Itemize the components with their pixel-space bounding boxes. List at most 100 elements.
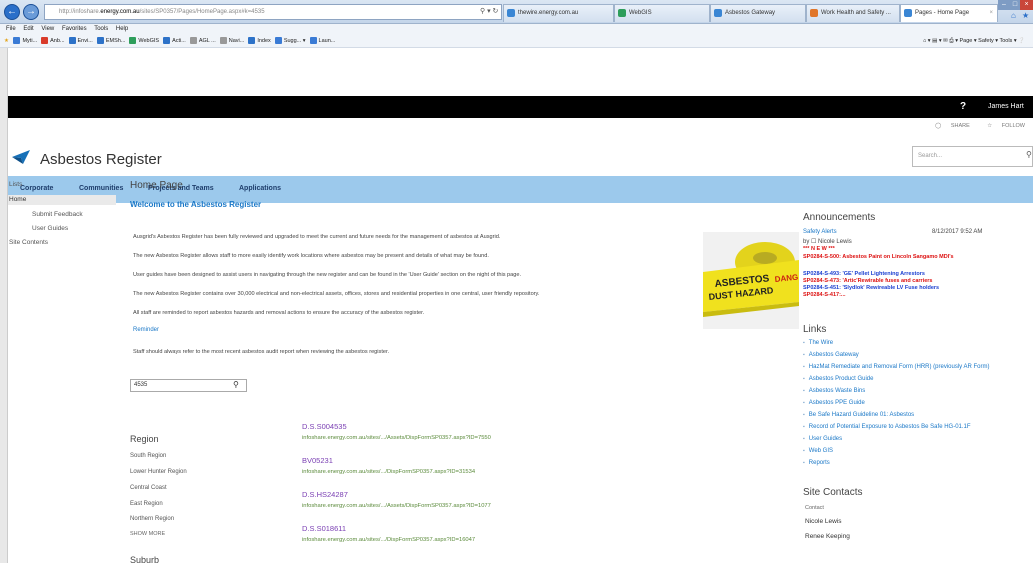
browser-titlebar: ← → http://infoshare.energy.com.au/sites… (0, 0, 1033, 24)
leftnav-user-guides[interactable]: User Guides (32, 225, 68, 232)
favorite-label: Index (257, 38, 271, 44)
tab-thewire[interactable]: thewire.energy.com.au (503, 4, 614, 22)
favorite-label: EMSh... (105, 38, 126, 44)
announcement-link[interactable]: Safety Alerts (803, 229, 837, 235)
back-arrow-icon[interactable]: ← (4, 4, 20, 20)
home-icon[interactable]: ⌂ ▾ (923, 38, 931, 44)
topnav-communities[interactable]: Communities (79, 185, 123, 192)
link-item[interactable]: Record of Potential Exposure to Asbestos… (803, 424, 971, 430)
search-icon[interactable]: ⚲ (1026, 150, 1032, 159)
favorites-list: Myti... Anb... Envi... EMSh... WebGIS Acti...… (13, 37, 339, 45)
favorite-item[interactable]: AGL ... (189, 37, 216, 45)
favorite-icon (129, 37, 137, 45)
mail-icon[interactable]: ✉ (943, 38, 948, 44)
result-title[interactable]: D.S.S004535 (302, 422, 347, 431)
favorite-item[interactable]: Envi... (68, 37, 93, 45)
home-icon[interactable]: ⌂ (1011, 11, 1016, 20)
contact-person[interactable]: Renee Keeping (805, 533, 850, 540)
link-item[interactable]: Web GIS (803, 448, 833, 454)
refiner-item[interactable]: Central Coast (130, 485, 167, 491)
intro-paragraph: Ausgrid's Asbestos Register has been ful… (133, 234, 501, 240)
menu-edit[interactable]: Edit (23, 26, 33, 32)
result-title[interactable]: D.S.HS24287 (302, 490, 348, 499)
site-title[interactable]: Asbestos Register (40, 151, 162, 168)
favorite-icon (248, 37, 256, 45)
favorite-item[interactable]: Myti... (13, 37, 37, 45)
refiner-item[interactable]: South Region (130, 453, 166, 459)
favorite-icon (274, 37, 282, 45)
minimize-icon[interactable]: – (998, 0, 1010, 10)
favorites-star-icon[interactable]: ★ (4, 38, 9, 44)
follow-button[interactable]: ☆ FOLLOW (979, 123, 1025, 129)
feeds-icon[interactable]: ▤ ▾ (932, 38, 942, 44)
contact-person[interactable]: Nicole Lewis (805, 518, 842, 525)
announcement-line: SP0284-S-417:... (803, 292, 846, 298)
favorite-icon (41, 37, 49, 45)
favorites-star-icon[interactable]: ★ (1022, 11, 1029, 20)
address-bar[interactable]: http://infoshare.energy.com.au/sites/SP0… (44, 4, 502, 20)
user-menu[interactable]: James Hart (988, 96, 1024, 118)
tab-webgis[interactable]: WebGIS (614, 4, 710, 22)
link-item[interactable]: Asbestos PPE Guide (803, 400, 865, 406)
leftnav-lists[interactable]: Lists (9, 181, 22, 188)
help-icon[interactable]: ❔ (1018, 38, 1025, 44)
topnav-applications[interactable]: Applications (239, 185, 281, 192)
link-item[interactable]: Be Safe Hazard Guideline 01: Asbestos (803, 412, 914, 418)
link-item[interactable]: The Wire (803, 340, 833, 346)
reminder-link[interactable]: Reminder (133, 327, 159, 333)
favorite-item[interactable]: Anb... (41, 37, 65, 45)
link-item[interactable]: Asbestos Gateway (803, 352, 859, 358)
menu-help[interactable]: Help (116, 26, 128, 32)
link-item[interactable]: Asbestos Waste Bins (803, 388, 865, 394)
link-item[interactable]: Reports (803, 460, 830, 466)
forward-arrow-icon[interactable]: → (23, 4, 39, 20)
menu-favorites[interactable]: Favorites (62, 26, 87, 32)
topnav-corporate[interactable]: Corporate (20, 185, 53, 192)
favorite-label: Laun... (318, 38, 336, 44)
intro-paragraph: All staff are reminded to report asbesto… (133, 310, 425, 316)
site-search-input[interactable]: Search... (912, 146, 1033, 167)
welcome-heading: Welcome to the Asbestos Register (130, 200, 262, 209)
show-more-link[interactable]: SHOW MORE (130, 531, 165, 537)
tab-asbestos-gateway[interactable]: Asbestos Gateway (710, 4, 806, 22)
refiner-item[interactable]: Northern Region (130, 516, 174, 522)
tab-work-health[interactable]: Work Health and Safety ... (806, 4, 900, 22)
share-button[interactable]: ◯ SHARE (927, 123, 970, 129)
refiner-region-title: Region (130, 434, 159, 444)
favorite-item[interactable]: Sugg... ▾ (274, 37, 306, 45)
menu-tools[interactable]: Tools (94, 26, 108, 32)
close-icon[interactable]: × (989, 5, 993, 21)
share-follow-bar: ◯ SHARE ☆ FOLLOW (919, 123, 1025, 129)
link-item[interactable]: HazMat Remediate and Removal Form (HRR) … (803, 364, 990, 370)
favorite-item[interactable]: WebGIS (129, 37, 159, 45)
menu-view[interactable]: View (41, 26, 54, 32)
help-icon[interactable]: ? (956, 96, 970, 118)
search-icon[interactable]: ⚲ (233, 380, 239, 389)
tab-label: Asbestos Gateway (725, 10, 776, 16)
link-item[interactable]: User Guides (803, 436, 842, 442)
intro-paragraph: User guides have been designed to assist… (133, 272, 522, 278)
asset-search-input[interactable]: 4535 (130, 379, 247, 392)
maximize-icon[interactable]: □ (1010, 0, 1020, 10)
favorite-item[interactable]: Acti... (163, 37, 186, 45)
favorite-icon (96, 37, 104, 45)
site-logo-icon[interactable] (10, 148, 32, 166)
result-title[interactable]: D.S.S018611 (302, 524, 346, 533)
menu-file[interactable]: File (6, 26, 16, 32)
leftnav-submit-feedback[interactable]: Submit Feedback (32, 211, 83, 218)
favorite-item[interactable]: Navi... (219, 37, 244, 45)
search-icon[interactable]: ⚲ ▾ ↻ (480, 7, 498, 15)
leftnav-site-contents[interactable]: Site Contents (9, 239, 48, 246)
refiner-item[interactable]: East Region (130, 501, 163, 507)
command-menus[interactable]: Page ▾ Safety ▾ Tools ▾ (960, 38, 1017, 44)
favorite-item[interactable]: EMSh... (96, 37, 126, 45)
refiner-item[interactable]: Lower Hunter Region (130, 469, 187, 475)
favorite-item[interactable]: Laun... (309, 37, 336, 45)
link-item[interactable]: Asbestos Product Guide (803, 376, 874, 382)
favorite-item[interactable]: Index (248, 37, 271, 45)
print-icon[interactable]: ⎙ ▾ (949, 38, 958, 44)
window-close-icon[interactable]: × (1020, 0, 1033, 10)
tab-pages-home[interactable]: Pages - Home Page × (900, 4, 998, 22)
leftnav-home[interactable]: Home (9, 196, 26, 203)
result-title[interactable]: BV05231 (302, 456, 333, 465)
